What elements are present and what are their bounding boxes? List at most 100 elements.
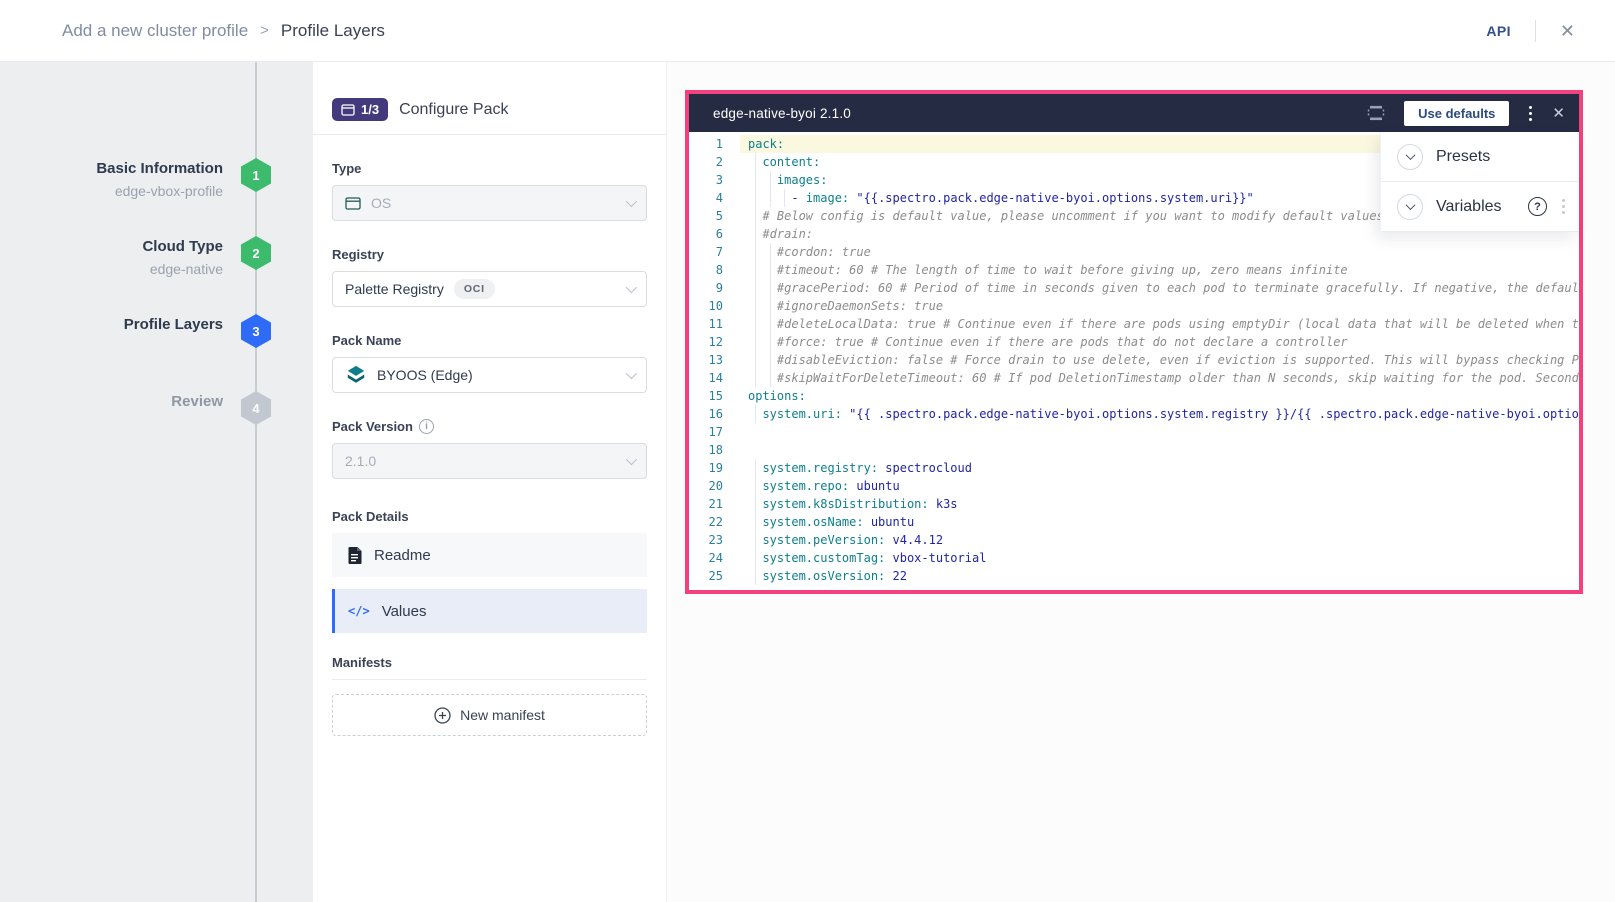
editor-title: edge-native-byoi 2.1.0 xyxy=(713,106,1366,121)
step-title: Cloud Type xyxy=(23,236,223,258)
code-line[interactable]: 8 #timeout: 60 # The length of time to w… xyxy=(689,261,1579,279)
code-line-text: system.repo: ubuntu xyxy=(740,477,1579,495)
line-number: 12 xyxy=(689,333,740,351)
api-button[interactable]: API xyxy=(1486,23,1511,39)
line-number: 10 xyxy=(689,297,740,315)
chevron-down-icon xyxy=(626,368,637,379)
code-line[interactable]: 25 system.osVersion: 22 xyxy=(689,567,1579,585)
line-number: 25 xyxy=(689,567,740,585)
plus-circle-icon xyxy=(434,707,451,724)
breadcrumb-separator: > xyxy=(260,22,269,39)
code-line[interactable]: 10 #ignoreDaemonSets: true xyxy=(689,297,1579,315)
line-number: 4 xyxy=(689,189,740,207)
pack-version-value: 2.1.0 xyxy=(345,453,616,469)
pack-name-label: Pack Name xyxy=(332,333,647,348)
pack-version-label: Pack Version i xyxy=(332,419,647,434)
values-tab-label: Values xyxy=(382,603,427,620)
code-line[interactable]: 21 system.k8sDistribution: k3s xyxy=(689,495,1579,513)
code-line[interactable]: 9 #gracePeriod: 60 # Period of time in s… xyxy=(689,279,1579,297)
code-line[interactable]: 22 system.osName: ubuntu xyxy=(689,513,1579,531)
step-number-badge[interactable]: 2 xyxy=(241,236,271,270)
presets-section[interactable]: Presets xyxy=(1381,132,1579,182)
code-line[interactable]: 24 system.customTag: vbox-tutorial xyxy=(689,549,1579,567)
code-line[interactable]: 7 #cordon: true xyxy=(689,243,1579,261)
code-line-text: system.osName: ubuntu xyxy=(740,513,1579,531)
line-number: 9 xyxy=(689,279,740,297)
oci-badge: OCI xyxy=(454,279,495,299)
help-icon[interactable]: ? xyxy=(1528,197,1547,216)
variables-section[interactable]: Variables ? xyxy=(1381,182,1579,232)
code-line-text: system.osVersion: 22 xyxy=(740,567,1579,585)
code-line-text: #skipWaitForDeleteTimeout: 60 # If pod D… xyxy=(740,369,1579,387)
code-line[interactable]: 16 system.uri: "{{ .spectro.pack.edge-na… xyxy=(689,405,1579,423)
pack-version-label-text: Pack Version xyxy=(332,419,413,434)
topbar-actions: API ✕ xyxy=(1486,20,1575,42)
code-line[interactable]: 20 system.repo: ubuntu xyxy=(689,477,1579,495)
code-line[interactable]: 11 #deleteLocalData: true # Continue eve… xyxy=(689,315,1579,333)
line-number: 6 xyxy=(689,225,740,243)
code-line-text: #disableEviction: false # Force drain to… xyxy=(740,351,1579,369)
code-line[interactable]: 23 system.peVersion: v4.4.12 xyxy=(689,531,1579,549)
variables-kebab-icon[interactable] xyxy=(1560,197,1567,216)
breadcrumb-parent-link[interactable]: Add a new cluster profile xyxy=(62,21,248,41)
topbar-divider xyxy=(1535,20,1536,42)
panel-title: Configure Pack xyxy=(399,101,508,119)
step-number-badge[interactable]: 1 xyxy=(241,158,271,192)
chevron-down-icon xyxy=(626,454,637,465)
breadcrumb-current: Profile Layers xyxy=(281,21,385,41)
code-line[interactable]: 12 #force: true # Continue even if there… xyxy=(689,333,1579,351)
breadcrumb: Add a new cluster profile > Profile Laye… xyxy=(62,21,385,41)
pack-details-label: Pack Details xyxy=(332,509,647,524)
code-line[interactable]: 18 xyxy=(689,441,1579,459)
code-line-text: #timeout: 60 # The length of time to wai… xyxy=(740,261,1579,279)
code-line[interactable]: 17 xyxy=(689,423,1579,441)
variables-chevron-button[interactable] xyxy=(1397,194,1423,220)
pack-version-select[interactable]: 2.1.0 xyxy=(332,443,647,479)
step-number-badge[interactable]: 4 xyxy=(241,391,271,425)
registry-label: Registry xyxy=(332,247,647,262)
step-title: Profile Layers xyxy=(23,314,223,336)
editor-area: edge-native-byoi 2.1.0 Use defaults xyxy=(667,62,1615,902)
close-icon[interactable]: ✕ xyxy=(1560,22,1575,40)
os-window-icon xyxy=(345,197,361,210)
line-number: 14 xyxy=(689,369,740,387)
type-select[interactable]: OS xyxy=(332,185,647,221)
new-manifest-button[interactable]: New manifest xyxy=(332,694,647,736)
kebab-menu-icon[interactable] xyxy=(1527,104,1534,123)
info-icon[interactable]: i xyxy=(419,419,434,434)
line-number: 20 xyxy=(689,477,740,495)
registry-select[interactable]: Palette Registry OCI xyxy=(332,271,647,307)
code-line-text: #cordon: true xyxy=(740,243,1579,261)
code-line[interactable]: 14 #skipWaitForDeleteTimeout: 60 # If po… xyxy=(689,369,1579,387)
new-manifest-label: New manifest xyxy=(460,707,545,723)
code-line-text: #deleteLocalData: true # Continue even i… xyxy=(740,315,1579,333)
code-line[interactable]: 13 #disableEviction: false # Force drain… xyxy=(689,351,1579,369)
line-number: 15 xyxy=(689,387,740,405)
configure-pack-header: 1/3 Configure Pack xyxy=(313,62,666,135)
code-line[interactable]: 15options: xyxy=(689,387,1579,405)
pack-name-value: BYOOS (Edge) xyxy=(377,367,616,383)
step-number-badge[interactable]: 3 xyxy=(241,314,271,348)
code-line-text: #ignoreDaemonSets: true xyxy=(740,297,1579,315)
step-text: Cloud Type edge-native xyxy=(23,236,223,280)
expand-editor-icon[interactable] xyxy=(1366,105,1386,121)
topbar: Add a new cluster profile > Profile Laye… xyxy=(0,0,1615,62)
pack-name-select[interactable]: BYOOS (Edge) xyxy=(332,357,647,393)
registry-value: Palette Registry xyxy=(345,281,444,297)
code-line[interactable]: 19 system.registry: spectrocloud xyxy=(689,459,1579,477)
line-number: 13 xyxy=(689,351,740,369)
stepper-sidebar: Basic Information edge-vbox-profile 1 Cl… xyxy=(0,62,313,902)
line-number: 18 xyxy=(689,441,740,459)
code-line-text: #gracePeriod: 60 # Period of time in sec… xyxy=(740,279,1579,297)
line-number: 21 xyxy=(689,495,740,513)
code-line-text xyxy=(740,441,1579,459)
variables-label: Variables xyxy=(1436,198,1515,216)
readme-tab[interactable]: Readme xyxy=(332,533,647,577)
presets-chevron-button[interactable] xyxy=(1397,144,1423,170)
code-line-text: options: xyxy=(740,387,1579,405)
use-defaults-button[interactable]: Use defaults xyxy=(1404,101,1509,126)
values-tab[interactable]: </> Values xyxy=(332,589,647,633)
code-line-text: #force: true # Continue even if there ar… xyxy=(740,333,1579,351)
editor-close-icon[interactable]: ✕ xyxy=(1552,106,1565,121)
editor-header: edge-native-byoi 2.1.0 Use defaults xyxy=(689,94,1579,132)
